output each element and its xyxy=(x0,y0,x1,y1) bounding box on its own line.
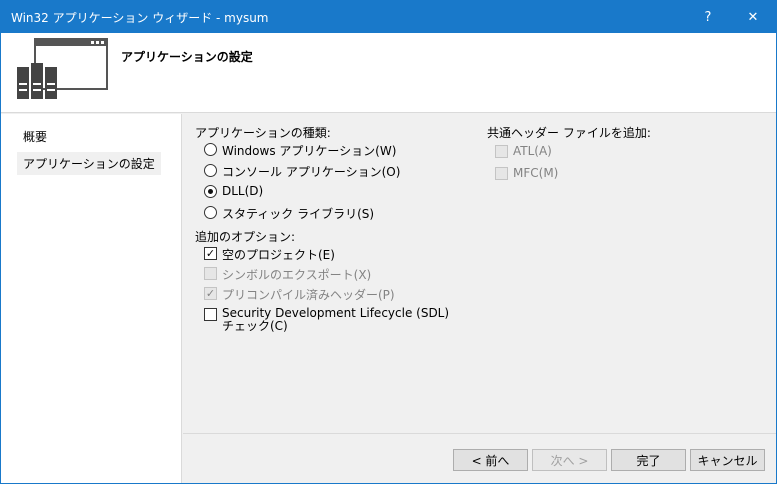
checkbox-label: Security Development Lifecycle (SDL) チェッ… xyxy=(222,306,450,333)
help-button[interactable]: ? xyxy=(685,1,731,33)
radio-label: コンソール アプリケーション(O) xyxy=(222,165,401,179)
radio-dll[interactable]: DLL(D) xyxy=(204,184,263,198)
cancel-button[interactable]: キャンセル xyxy=(690,449,765,471)
check-precompiled-header: ✓ プリコンパイル済みヘッダー(P) xyxy=(204,286,395,303)
common-headers-label: 共通ヘッダー ファイルを追加: xyxy=(487,126,651,140)
settings-panel: アプリケーションの種類: Windows アプリケーション(W) コンソール ア… xyxy=(183,114,776,483)
check-sdl[interactable]: Security Development Lifecycle (SDL) チェッ… xyxy=(204,307,454,333)
radio-button[interactable] xyxy=(204,206,217,219)
wizard-header: アプリケーションの設定 xyxy=(1,33,776,113)
check-mfc: MFC(M) xyxy=(495,166,558,180)
app-type-label: アプリケーションの種類: xyxy=(195,126,331,140)
radio-windows-app[interactable]: Windows アプリケーション(W) xyxy=(204,142,396,159)
title-bar[interactable]: Win32 アプリケーション ウィザード - mysum ? ✕ xyxy=(1,1,776,33)
checkbox-disabled xyxy=(495,167,508,180)
finish-button[interactable]: 完了 xyxy=(611,449,686,471)
checkbox-label: シンボルのエクスポート(X) xyxy=(222,268,372,282)
checkbox[interactable] xyxy=(204,308,217,321)
radio-static-library[interactable]: スタティック ライブラリ(S) xyxy=(204,205,374,222)
footer-divider xyxy=(183,433,776,434)
check-export-symbols: シンボルのエクスポート(X) xyxy=(204,266,371,283)
check-atl: ATL(A) xyxy=(495,144,552,158)
checkbox-label: プリコンパイル済みヘッダー(P) xyxy=(222,288,395,302)
help-icon: ? xyxy=(704,9,712,25)
radio-button[interactable] xyxy=(204,164,217,177)
checkbox-disabled xyxy=(495,145,508,158)
check-empty-project[interactable]: ✓ 空のプロジェクト(E) xyxy=(204,246,335,263)
close-button[interactable]: ✕ xyxy=(730,1,776,33)
checkbox-label: MFC(M) xyxy=(513,166,559,180)
radio-console-app[interactable]: コンソール アプリケーション(O) xyxy=(204,163,400,180)
checkbox-label: ATL(A) xyxy=(513,144,552,158)
application-window-icon xyxy=(17,38,108,99)
wizard-window: Win32 アプリケーション ウィザード - mysum ? ✕ アプリケーショ… xyxy=(0,0,777,484)
sidebar-item-overview[interactable]: 概要 xyxy=(17,125,53,148)
sidebar: 概要 アプリケーションの設定 xyxy=(1,114,182,483)
back-button[interactable]: < 前へ xyxy=(453,449,528,471)
window-title: Win32 アプリケーション ウィザード - mysum xyxy=(11,11,269,25)
checkbox-disabled: ✓ xyxy=(204,287,217,300)
checkbox-disabled xyxy=(204,267,217,280)
radio-button-selected[interactable] xyxy=(204,185,217,198)
radio-label: Windows アプリケーション(W) xyxy=(222,144,397,158)
additional-options-label: 追加のオプション: xyxy=(195,230,296,244)
next-button[interactable]: 次へ > xyxy=(532,449,607,471)
radio-label: スタティック ライブラリ(S) xyxy=(222,207,375,221)
radio-button[interactable] xyxy=(204,143,217,156)
checkbox-label: 空のプロジェクト(E) xyxy=(222,248,335,262)
page-title: アプリケーションの設定 xyxy=(121,50,253,64)
checkbox[interactable]: ✓ xyxy=(204,247,217,260)
close-icon: ✕ xyxy=(747,9,759,25)
radio-label: DLL(D) xyxy=(222,184,264,198)
sidebar-item-app-settings[interactable]: アプリケーションの設定 xyxy=(17,152,161,175)
